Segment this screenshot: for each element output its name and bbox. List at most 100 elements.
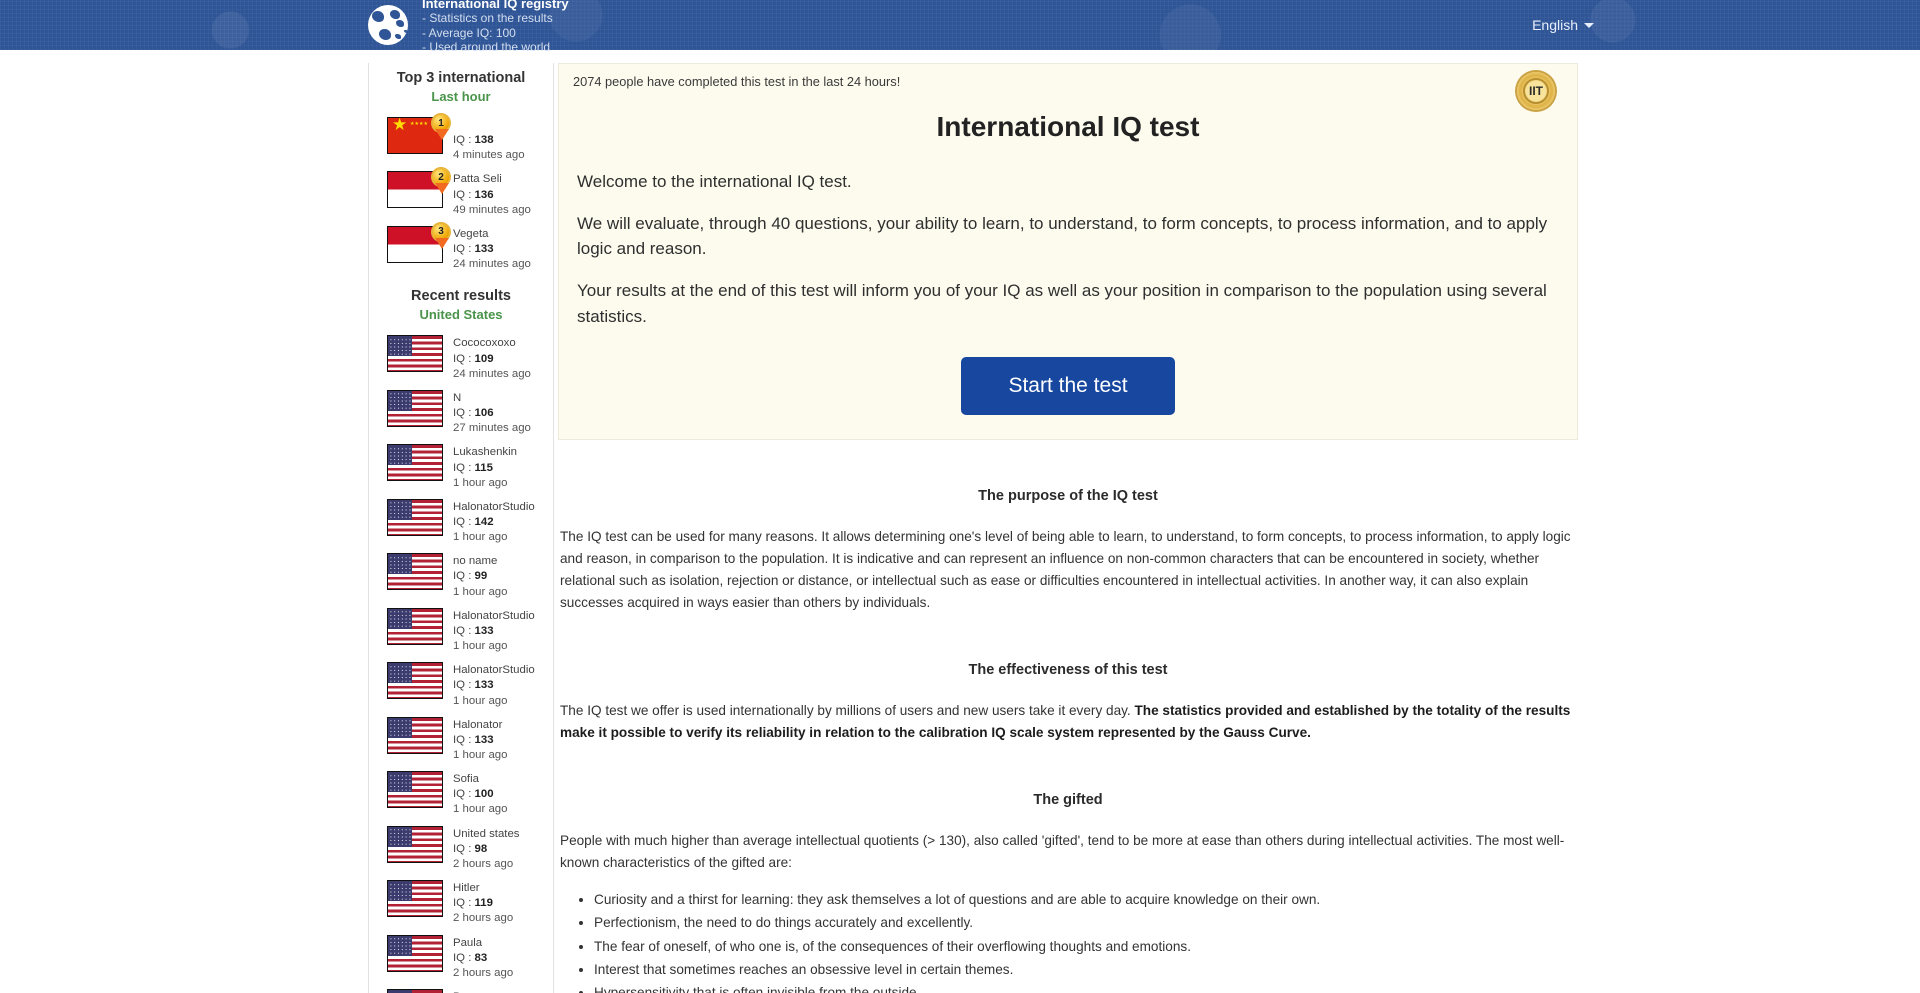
- flag-us-icon: [387, 825, 443, 863]
- entry-time: 27 minutes ago: [453, 422, 531, 435]
- flag-us-icon: [387, 607, 443, 645]
- entry-time: 1 hour ago: [453, 585, 508, 598]
- page-title: International IQ test: [936, 111, 1200, 142]
- flag-us-icon: [387, 335, 443, 373]
- entry-iq-value: 133: [474, 679, 494, 692]
- entry-time: 1 hour ago: [453, 640, 508, 653]
- entry-iq-label: IQ :: [453, 624, 475, 637]
- flag-wrap: [387, 716, 443, 754]
- entry-time: 1 hour ago: [453, 694, 508, 707]
- list-item: Hitler IQ : 119 2 hours ago: [369, 876, 553, 930]
- entry-iq-label: IQ :: [453, 788, 475, 801]
- entry-name: no name: [453, 555, 498, 568]
- visitor-count: 2074 people have completed this test in …: [573, 74, 901, 89]
- entry-iq: IQ : 133: [453, 242, 531, 257]
- entry-name: Paula: [453, 936, 483, 949]
- recent-results-list: Cococoxoxo IQ : 109 24 minutes ago N IQ : 10…: [369, 331, 553, 993]
- entry-iq-value: 142: [474, 515, 494, 528]
- article: The purpose of the IQ test The IQ test c…: [558, 488, 1578, 993]
- list-item: Perfectionism, the need to do things acc…: [594, 913, 1576, 933]
- sidebar: Top 3 international Last hour 1 IQ : 138…: [368, 63, 554, 993]
- entry-time: 2 hours ago: [453, 857, 514, 870]
- entry-info: HalonatorStudio IQ : 133 1 hour ago: [453, 662, 535, 708]
- entry-iq-label: IQ :: [453, 461, 475, 474]
- entry-iq-value: 133: [474, 624, 494, 637]
- flag-us-icon: [387, 716, 443, 754]
- entry-time: 24 minutes ago: [453, 367, 531, 380]
- entry-name: Halonator: [453, 718, 503, 731]
- entry-time: 1 hour ago: [453, 476, 508, 489]
- brand-subline-1: - Statistics on the results: [422, 11, 553, 26]
- flag-wrap: 2: [387, 167, 451, 209]
- entry-name: [453, 118, 525, 133]
- chevron-down-icon: [1584, 22, 1594, 28]
- section-body-gifted: People with much higher than average int…: [560, 832, 1565, 870]
- entry-iq-label: IQ :: [453, 243, 475, 256]
- flag-us-icon: [387, 444, 443, 482]
- flag-wrap: [387, 825, 443, 863]
- language-selector[interactable]: English: [1526, 13, 1600, 37]
- entry-iq-label: IQ :: [453, 679, 475, 692]
- entry-info: no name IQ : 99 1 hour ago: [453, 553, 507, 599]
- list-item: Paula IQ : 83 2 hours ago: [369, 931, 553, 985]
- entry-iq: IQ : 142: [453, 515, 535, 530]
- entry-info: Halonator IQ : 133 1 hour ago: [453, 717, 507, 763]
- entry-iq: IQ : 100: [453, 787, 507, 802]
- entry-time: 1 hour ago: [453, 749, 508, 761]
- entry-iq: IQ : 109: [453, 352, 531, 367]
- list-item: 1 IQ : 1384 minutes ago: [369, 113, 553, 167]
- entry-name: HalonatorStudio: [453, 500, 535, 513]
- entry-iq-label: IQ :: [453, 515, 475, 528]
- section-heading-gifted: The gifted: [1033, 791, 1103, 808]
- entry-iq-label: IQ :: [453, 897, 475, 910]
- entry-iq-label: IQ :: [453, 951, 475, 964]
- top3-list: 1 IQ : 1384 minutes ago2Patta SeliIQ : 1…: [369, 113, 553, 276]
- entry-name: HalonatorStudio: [453, 609, 535, 622]
- entry-name: HalonatorStudio: [453, 664, 535, 677]
- entry-iq: IQ : 98: [453, 842, 519, 857]
- entry-iq-value: 119: [474, 897, 493, 910]
- main-content: 2074 people have completed this test in …: [558, 63, 1578, 993]
- entry-name: Vegeta: [453, 227, 489, 240]
- section-heading-purpose: The purpose of the IQ test: [978, 487, 1158, 504]
- entry-time: 24 minutes ago: [453, 258, 531, 271]
- entry-iq-value: 98: [474, 842, 488, 855]
- iit-badge-label: IIT: [1529, 84, 1543, 98]
- medal-icon: 1: [431, 113, 451, 140]
- start-test-button[interactable]: Start the test: [961, 356, 1175, 415]
- top3-subtitle[interactable]: Last hour: [369, 86, 553, 113]
- entry-iq: IQ : 106: [453, 406, 531, 421]
- entry-info: ВасяIQ : 912 hours ago: [453, 989, 513, 993]
- list-item: Interest that sometimes reaches an obses…: [594, 960, 1576, 980]
- flag-wrap: [387, 880, 443, 918]
- entry-info: United states IQ : 98 2 hours ago: [453, 826, 519, 872]
- entry-iq-value: 100: [474, 788, 494, 801]
- list-item: N IQ : 106 27 minutes ago: [369, 386, 553, 440]
- medal-icon: 3: [431, 221, 451, 249]
- flag-wrap: [387, 444, 443, 482]
- flag-wrap: [387, 498, 443, 536]
- list-item: Cococoxoxo IQ : 109 24 minutes ago: [369, 331, 553, 385]
- flag-wrap: [387, 989, 443, 993]
- entry-iq-value: 99: [474, 570, 488, 583]
- flag-wrap: [387, 934, 443, 972]
- flag-wrap: [387, 389, 443, 427]
- flag-us-icon: [387, 389, 443, 427]
- brand-subline-3: - Used around the world: [422, 39, 551, 54]
- entry-iq-value: 106: [474, 407, 494, 420]
- flag-wrap: 1: [387, 113, 451, 154]
- list-item: HalonatorStudio IQ : 142 1 hour ago: [369, 495, 553, 549]
- entry-iq-value: 115: [474, 461, 493, 474]
- entry-name: United states: [453, 827, 520, 840]
- list-item: Hypersensitivity that is often invisible…: [594, 983, 1576, 993]
- flag-us-icon: [387, 989, 443, 993]
- entry-info: Sofia IQ : 100 1 hour ago: [453, 771, 507, 817]
- entry-name: N: [453, 391, 462, 404]
- entry-iq: IQ : 119: [453, 896, 513, 911]
- entry-time: 4 minutes ago: [453, 149, 525, 162]
- recent-subtitle[interactable]: United States: [369, 304, 553, 331]
- flag-wrap: 3: [387, 221, 451, 263]
- entry-iq-label: IQ :: [453, 134, 475, 147]
- entry-time: 2 hours ago: [453, 912, 514, 925]
- entry-name: Sofia: [453, 773, 479, 786]
